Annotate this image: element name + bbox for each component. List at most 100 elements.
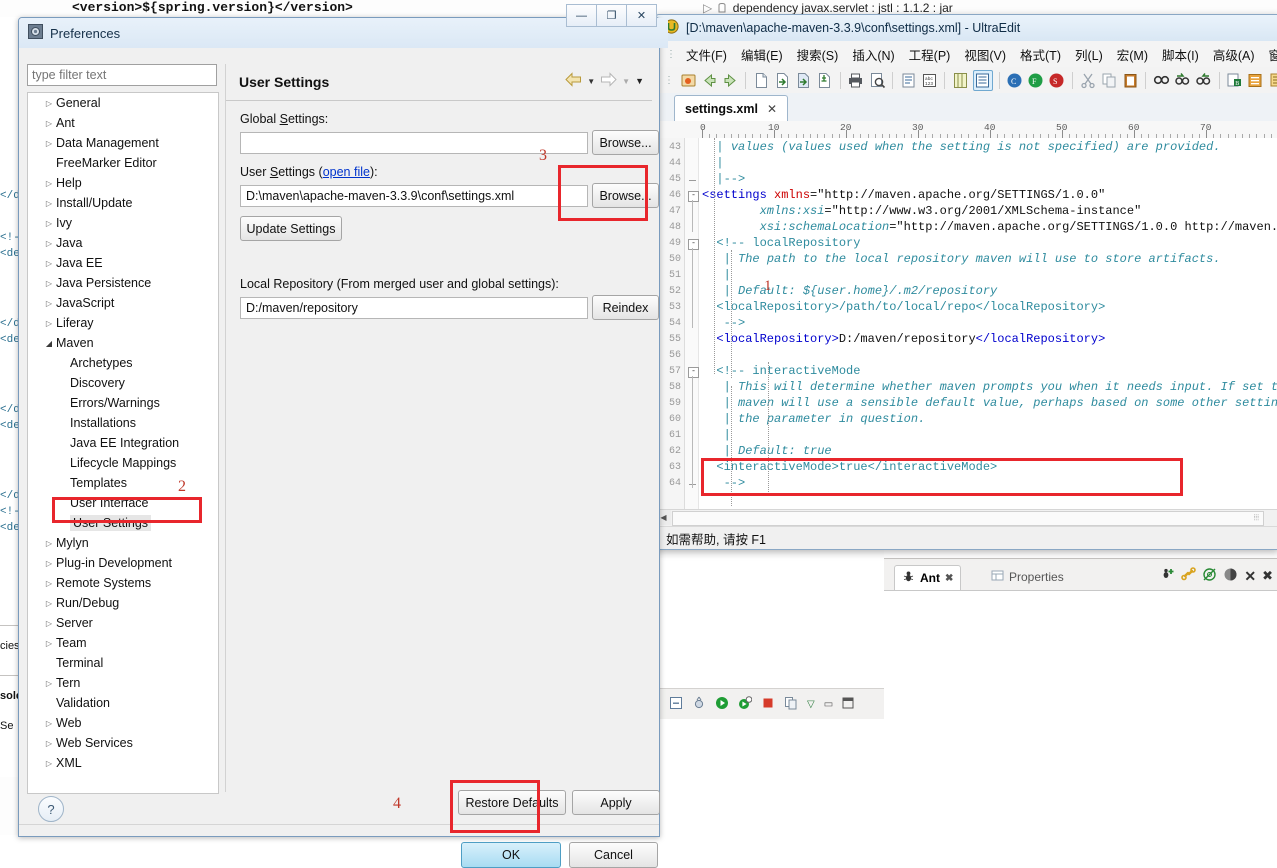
- ok-button[interactable]: OK: [461, 842, 561, 868]
- menu-高级a[interactable]: 高级(A): [1206, 43, 1262, 66]
- apply-button[interactable]: Apply: [572, 790, 660, 815]
- chevron-down-icon[interactable]: ▼: [622, 77, 630, 86]
- menu-视图v[interactable]: 视图(V): [957, 43, 1013, 66]
- chevron-right-icon[interactable]: ▷: [42, 259, 56, 268]
- sidebar-item-installations[interactable]: Installations: [28, 413, 218, 433]
- word-count-icon[interactable]: abc123: [920, 71, 938, 90]
- menu-文件f[interactable]: 文件(F): [679, 43, 734, 66]
- copy-icon[interactable]: [1100, 71, 1118, 90]
- code-line[interactable]: <!-- localRepository: [702, 236, 860, 250]
- menu-格式t[interactable]: 格式(T): [1013, 43, 1068, 66]
- sidebar-item-web[interactable]: ▷Web: [28, 713, 218, 733]
- fold-toggle-icon[interactable]: -: [688, 191, 699, 202]
- run-history-icon[interactable]: [738, 696, 752, 713]
- save-as-icon[interactable]: [816, 71, 834, 90]
- sidebar-item-java-persistence[interactable]: ▷Java Persistence: [28, 273, 218, 293]
- code-line[interactable]: <localRepository>D:/maven/repository</lo…: [702, 332, 1105, 346]
- chevron-right-icon[interactable]: ▷: [42, 539, 56, 548]
- open-file-icon[interactable]: [774, 71, 792, 90]
- sidebar-item-java-ee[interactable]: ▷Java EE: [28, 253, 218, 273]
- sidebar-item-mylyn[interactable]: ▷Mylyn: [28, 533, 218, 553]
- sidebar-item-run-debug[interactable]: ▷Run/Debug: [28, 593, 218, 613]
- sidebar-item-errors-warnings[interactable]: Errors/Warnings: [28, 393, 218, 413]
- bookmark-icon[interactable]: [1247, 71, 1265, 90]
- paste-icon[interactable]: [1121, 71, 1139, 90]
- update-settings-button[interactable]: Update Settings: [240, 216, 342, 241]
- replace-icon[interactable]: B: [1226, 71, 1244, 90]
- sidebar-item-general[interactable]: ▷General: [28, 93, 218, 113]
- sidebar-item-ant[interactable]: ▷Ant: [28, 113, 218, 133]
- code-line[interactable]: |: [702, 268, 731, 282]
- remove-icon[interactable]: ✕: [1244, 568, 1256, 585]
- chevron-right-icon[interactable]: ▷: [42, 279, 56, 288]
- chevron-right-icon[interactable]: ▷: [42, 119, 56, 128]
- chevron-right-icon[interactable]: ▷: [42, 579, 56, 588]
- menu-插入n[interactable]: 插入(N): [845, 43, 901, 66]
- open-recent-icon[interactable]: [679, 71, 697, 90]
- editor-horizontal-scrollbar[interactable]: ◀ ⦙⦙⦙: [656, 509, 1277, 527]
- column-mode-icon[interactable]: [973, 70, 993, 91]
- sidebar-item-plug-in-development[interactable]: ▷Plug-in Development: [28, 553, 218, 573]
- code-line[interactable]: |: [702, 428, 731, 442]
- code-line[interactable]: | The path to the local repository maven…: [702, 252, 1221, 266]
- code-line[interactable]: |-->: [702, 172, 745, 186]
- code-line[interactable]: | Default: ${user.home}/.m2/repository: [702, 284, 997, 298]
- hide-internal-targets-icon[interactable]: [1202, 567, 1217, 585]
- sidebar-item-help[interactable]: ▷Help: [28, 173, 218, 193]
- find-icon[interactable]: [1152, 71, 1170, 90]
- print-icon[interactable]: [847, 71, 865, 90]
- run-icon[interactable]: [715, 696, 729, 713]
- code-line[interactable]: xsi:schemaLocation="http://maven.apache.…: [702, 220, 1277, 234]
- menu-宏m[interactable]: 宏(M): [1110, 43, 1155, 66]
- sidebar-item-team[interactable]: ▷Team: [28, 633, 218, 653]
- file-tab-settings-xml[interactable]: settings.xml ✕: [674, 95, 788, 122]
- reindex-button[interactable]: Reindex: [592, 295, 659, 320]
- sidebar-item-java-ee-integration[interactable]: Java EE Integration: [28, 433, 218, 453]
- open-file-link[interactable]: open file: [323, 165, 370, 179]
- minimize-icon[interactable]: ▭: [824, 699, 833, 710]
- chevron-right-icon[interactable]: ▷: [42, 559, 56, 568]
- chevron-right-icon[interactable]: ▷: [42, 299, 56, 308]
- code-folding-column[interactable]: ---: [685, 138, 699, 509]
- sidebar-item-ivy[interactable]: ▷Ivy: [28, 213, 218, 233]
- preferences-tree[interactable]: ▷General▷Ant▷Data ManagementFreeMarker E…: [27, 92, 219, 794]
- sidebar-item-javascript[interactable]: ▷JavaScript: [28, 293, 218, 313]
- debug-icon[interactable]: [692, 696, 706, 713]
- print-preview-icon[interactable]: [868, 71, 886, 90]
- sidebar-item-xml[interactable]: ▷XML: [28, 753, 218, 773]
- scroll-track[interactable]: ⦙⦙⦙: [672, 511, 1264, 526]
- menu-脚本i[interactable]: 脚本(I): [1155, 43, 1206, 66]
- forward-arrow-icon[interactable]: [600, 72, 617, 90]
- copy-icon[interactable]: [784, 696, 798, 713]
- sidebar-item-freemarker-editor[interactable]: FreeMarker Editor: [28, 153, 218, 173]
- global-settings-browse-button[interactable]: Browse...: [592, 130, 659, 155]
- menu-编辑e[interactable]: 编辑(E): [734, 43, 790, 66]
- terminate-icon[interactable]: [761, 696, 775, 713]
- find-prev-icon[interactable]: [1195, 71, 1213, 90]
- user-settings-input[interactable]: [240, 185, 588, 207]
- chevron-right-icon[interactable]: ▷: [42, 239, 56, 248]
- tab-ant[interactable]: Ant ✖: [894, 565, 961, 590]
- help-button[interactable]: ?: [38, 796, 64, 822]
- sidebar-item-data-management[interactable]: ▷Data Management: [28, 133, 218, 153]
- chevron-down-icon[interactable]: ▼: [635, 76, 644, 86]
- maximize-button[interactable]: ❐: [596, 4, 627, 27]
- fold-toggle-icon[interactable]: -: [688, 239, 699, 250]
- chevron-right-icon[interactable]: ▷: [42, 319, 56, 328]
- code-line[interactable]: xmlns:xsi="http://www.w3.org/2001/XMLSch…: [702, 204, 1141, 218]
- chevron-down-icon[interactable]: ▼: [587, 77, 595, 86]
- dependency-tree-row[interactable]: ▷ dependency javax.servlet : jstl : 1.1.…: [703, 1, 953, 15]
- sidebar-item-server[interactable]: ▷Server: [28, 613, 218, 633]
- cut-icon[interactable]: [1079, 71, 1097, 90]
- code-line[interactable]: | the parameter in question.: [702, 412, 925, 426]
- back-arrow-icon[interactable]: [565, 72, 582, 90]
- chevron-right-icon[interactable]: ▷: [42, 759, 56, 768]
- close-icon[interactable]: ✖: [945, 573, 953, 584]
- spell-check-icon[interactable]: S: [1048, 71, 1066, 90]
- open-folder-icon[interactable]: [795, 71, 813, 90]
- chevron-right-icon[interactable]: ▷: [42, 619, 56, 628]
- chevron-right-icon[interactable]: ▷: [42, 599, 56, 608]
- add-ant-build-icon[interactable]: [1160, 567, 1175, 585]
- chevron-right-icon[interactable]: ▷: [42, 219, 56, 228]
- chevron-right-icon[interactable]: ▷: [42, 139, 56, 148]
